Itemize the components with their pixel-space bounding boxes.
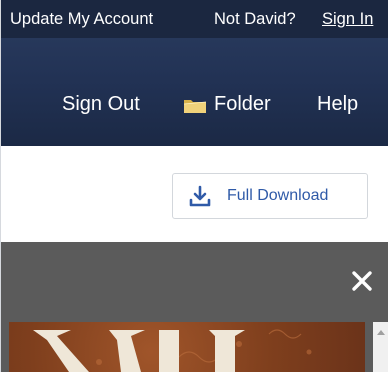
image-viewer	[1, 322, 388, 372]
viewer-scrollbar[interactable]	[373, 322, 388, 372]
close-icon[interactable]	[351, 270, 373, 292]
folder-link[interactable]: Folder	[183, 93, 271, 116]
scroll-up-arrow-icon[interactable]	[377, 330, 385, 335]
account-bar: Update My Account Not David? Sign In	[1, 0, 388, 38]
sign-in-link[interactable]: Sign In	[322, 10, 373, 29]
image-content	[33, 329, 312, 372]
main-nav: Sign Out Folder Help	[1, 38, 388, 146]
page: Update My Account Not David? Sign In Sig…	[0, 0, 388, 372]
sign-out-link[interactable]: Sign Out	[62, 93, 140, 116]
folder-label: Folder	[214, 93, 271, 115]
full-download-button[interactable]: Full Download	[172, 173, 368, 219]
viewer-image	[9, 322, 365, 372]
viewer-header	[1, 242, 388, 322]
download-icon	[189, 185, 211, 207]
not-user-text: Not David?	[214, 10, 296, 28]
help-link[interactable]: Help	[317, 93, 358, 116]
toolbar: Full Download	[1, 146, 388, 242]
folder-icon	[183, 99, 207, 113]
full-download-label: Full Download	[227, 187, 329, 204]
update-account-link[interactable]: Update My Account	[10, 10, 153, 29]
